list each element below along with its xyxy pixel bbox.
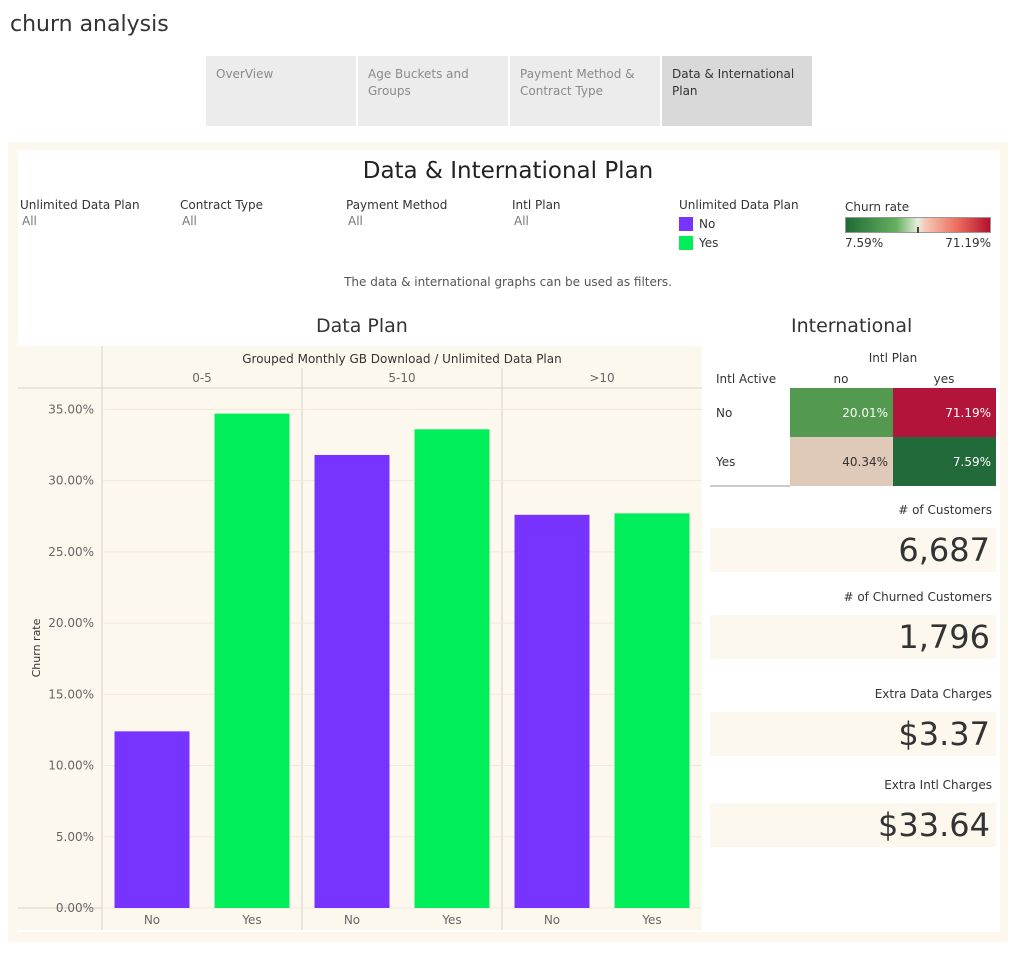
bar-0-5-yes[interactable]: [214, 413, 290, 908]
data-plan-title: Data Plan: [316, 315, 408, 337]
x-tick-label: No: [144, 913, 160, 927]
filter-intl-plan[interactable]: Intl Plan All: [512, 198, 561, 228]
heatmap-cell-value: 7.59%: [953, 455, 991, 469]
y-tick-label: 0.00%: [56, 901, 94, 915]
color-legend: Unlimited Data Plan No Yes: [679, 198, 799, 250]
x-tick-label: Yes: [441, 913, 461, 927]
kpi-label-extra-data-charges: Extra Data Charges: [874, 687, 992, 701]
churn-legend-title: Churn rate: [845, 200, 910, 214]
international-title: International: [791, 315, 913, 337]
bar->10-no[interactable]: [514, 514, 590, 908]
filter-payment-method[interactable]: Payment Method All: [346, 198, 447, 228]
bar-0-5-no[interactable]: [114, 731, 190, 908]
tab-age-buckets[interactable]: Age Buckets and Groups: [358, 56, 508, 126]
tab-data-international[interactable]: Data & International Plan: [662, 56, 812, 126]
y-tick-label: 25.00%: [48, 545, 94, 559]
filter-label: Unlimited Data Plan: [20, 198, 140, 212]
kpi-value-extra-data-charges: $3.37: [710, 712, 996, 756]
heatmap-column-label: no: [834, 372, 849, 386]
legend-item-yes[interactable]: Yes: [679, 236, 799, 250]
kpi-value-customers: 6,687: [710, 528, 996, 572]
app-title: churn analysis: [10, 12, 169, 37]
group-label: 5-10: [388, 371, 415, 385]
filter-label: Payment Method: [346, 198, 448, 212]
dashboard-title: Data & International Plan: [362, 158, 654, 184]
dashboard-caption: The data & international graphs can be u…: [344, 275, 672, 289]
legend-label-yes: Yes: [699, 236, 719, 250]
y-axis-label: Churn rate: [30, 618, 43, 677]
heatmap-column-label: yes: [934, 372, 955, 386]
y-tick-label: 30.00%: [48, 474, 94, 488]
y-tick-label: 15.00%: [48, 687, 94, 701]
x-tick-label: Yes: [641, 913, 661, 927]
kpi-label-extra-intl-charges: Extra Intl Charges: [884, 778, 992, 792]
filter-value[interactable]: All: [182, 214, 263, 228]
bar-5-10-yes[interactable]: [414, 429, 490, 908]
heatmap-row-label: Yes: [715, 455, 735, 469]
bar-5-10-no[interactable]: [314, 454, 390, 908]
churn-legend-max: 71.19%: [945, 236, 991, 250]
y-tick-label: 10.00%: [48, 759, 94, 773]
filter-value[interactable]: All: [348, 214, 447, 228]
color-legend-title: Unlimited Data Plan: [679, 198, 799, 212]
tab-payment-method[interactable]: Payment Method & Contract Type: [510, 56, 660, 126]
intl-plan-heatmap[interactable]: Intl Plan Intl Active no yes No 20.01% 71.19% Y…: [710, 348, 996, 488]
legend-swatch-yes: [679, 236, 693, 250]
legend-label-no: No: [699, 217, 716, 231]
filter-unlimited-data-plan[interactable]: Unlimited Data Plan All: [20, 198, 140, 228]
legend-swatch-no: [679, 217, 693, 231]
x-tick-label: Yes: [241, 913, 261, 927]
heatmap-title: Intl Plan: [869, 351, 918, 365]
churn-legend-min: 7.59%: [845, 236, 884, 250]
heatmap-cell-value: 20.01%: [842, 406, 888, 420]
heatmap-cell-value: 40.34%: [842, 455, 888, 469]
y-tick-label: 5.00%: [56, 830, 94, 844]
kpi-value-extra-intl-charges: $33.64: [710, 803, 996, 847]
churn-rate-legend: Churn rate 7.59% 71.19%: [845, 200, 991, 250]
chart-header-label: Grouped Monthly GB Download / Unlimited …: [242, 352, 561, 366]
x-tick-label: No: [544, 913, 560, 927]
filter-label: Intl Plan: [512, 198, 561, 212]
data-plan-bar-chart[interactable]: Grouped Monthly GB Download / Unlimited …: [18, 346, 702, 930]
kpi-label-customers: # of Customers: [898, 503, 992, 517]
filter-label: Contract Type: [180, 198, 263, 212]
filter-value[interactable]: All: [514, 214, 561, 228]
filter-value[interactable]: All: [22, 214, 140, 228]
x-tick-label: No: [344, 913, 360, 927]
kpi-label-churned-customers: # of Churned Customers: [843, 590, 992, 604]
y-tick-label: 35.00%: [48, 402, 94, 416]
legend-item-no[interactable]: No: [679, 217, 799, 231]
heatmap-cell-value: 71.19%: [945, 406, 991, 420]
churn-gradient-bar: [845, 217, 991, 233]
filter-contract-type[interactable]: Contract Type All: [180, 198, 263, 228]
heatmap-row-header: Intl Active: [716, 372, 776, 386]
tab-overview[interactable]: OverView: [206, 56, 356, 126]
group-label: >10: [589, 371, 614, 385]
group-label: 0-5: [192, 371, 212, 385]
heatmap-row-label: No: [716, 406, 732, 420]
kpi-value-churned-customers: 1,796: [710, 615, 996, 659]
y-tick-label: 20.00%: [48, 616, 94, 630]
bar->10-yes[interactable]: [614, 513, 690, 908]
tab-bar: OverView Age Buckets and Groups Payment …: [206, 56, 814, 126]
